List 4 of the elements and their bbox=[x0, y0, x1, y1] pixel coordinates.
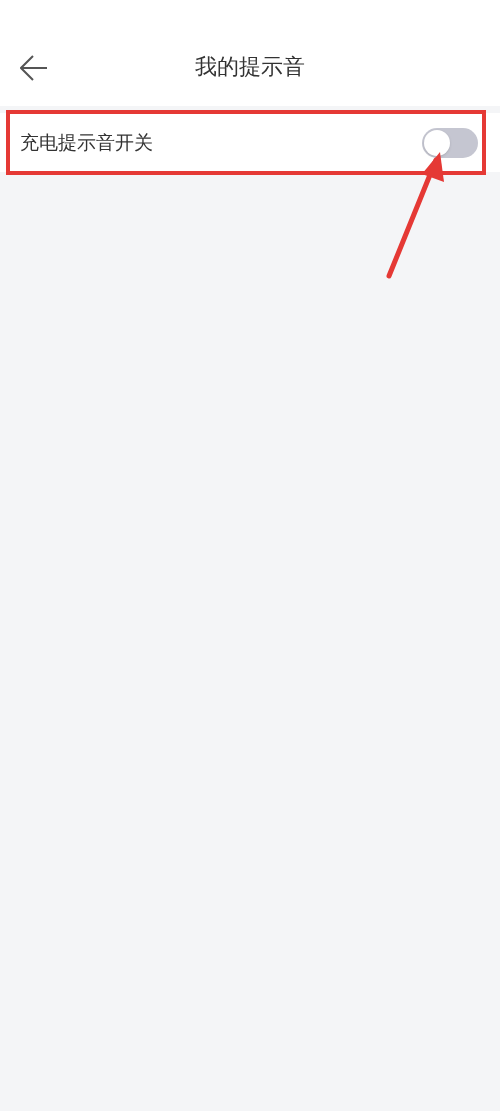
page-title: 我的提示音 bbox=[195, 52, 305, 81]
back-icon[interactable] bbox=[20, 55, 48, 81]
setting-label: 充电提示音开关 bbox=[20, 130, 153, 156]
toggle-switch[interactable] bbox=[422, 127, 478, 158]
